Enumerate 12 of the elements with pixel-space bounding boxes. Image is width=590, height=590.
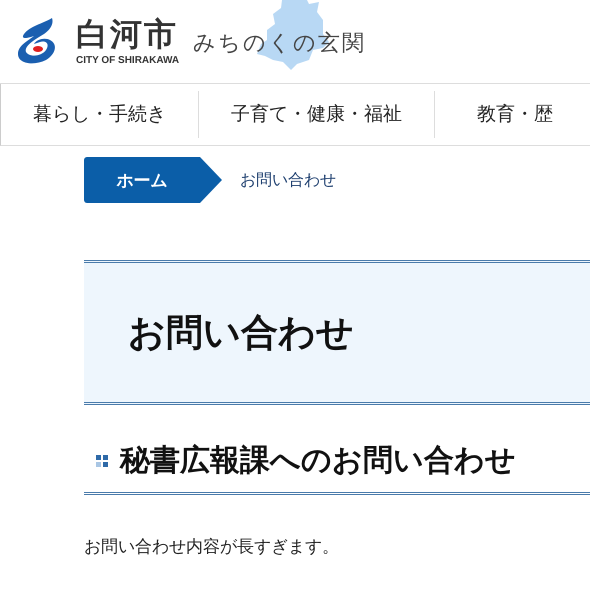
logo-subtitle: CITY OF SHIRAKAWA xyxy=(76,55,180,66)
nav-item[interactable]: 暮らし・手続き xyxy=(1,91,199,138)
message-text: お問い合わせ内容が長すぎます。 xyxy=(84,536,340,558)
squares-icon xyxy=(96,454,108,466)
breadcrumb-current: お問い合わせ xyxy=(240,170,336,190)
section-heading: 秘書広報課へのお問い合わせ xyxy=(120,442,516,480)
page-title: お問い合わせ xyxy=(84,260,590,405)
home-link[interactable]: ホーム xyxy=(84,157,222,203)
nav-item[interactable]: 教育・歴 xyxy=(435,91,553,138)
nav-item[interactable]: 子育て・健康・福祉 xyxy=(199,91,435,138)
tagline: みちのくの玄関 xyxy=(193,30,366,56)
logo-title: 白河市 xyxy=(76,16,179,52)
